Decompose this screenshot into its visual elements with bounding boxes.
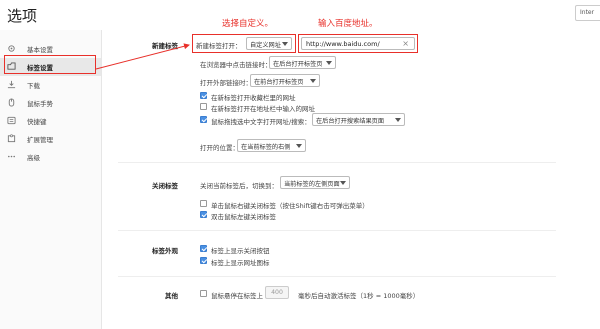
sidebar-item-label: 下载 — [27, 82, 40, 90]
page-header: 选项 Inter — [0, 0, 600, 30]
sidebar-item-mouse-gesture[interactable]: 鼠标手势 — [0, 94, 101, 112]
sidebar-item-label: 基本设置 — [27, 46, 53, 54]
external-link-label: 打开外部链接时： — [200, 79, 252, 87]
position-label: 打开的位置： — [200, 144, 239, 152]
sidebar-highlight-box — [4, 55, 96, 74]
select-value: 在后台打开标签页 — [273, 61, 323, 68]
chevron-down-icon — [310, 79, 316, 83]
sidebar-item-advanced[interactable]: 高级 — [0, 148, 101, 166]
drag-action-select[interactable]: 在后台打开搜索结果页面 — [312, 113, 405, 126]
drag-checkbox-label: 鼠标拖拽选中文字打开网址/搜索： — [211, 118, 311, 126]
favorites-checkbox-label: 在新标签打开收藏栏里的网址 — [211, 94, 296, 102]
show-favicon-checkbox[interactable] — [200, 257, 207, 264]
gear-icon — [8, 45, 15, 52]
puzzle-icon — [7, 134, 16, 143]
sidebar-item-label: 扩展管理 — [27, 136, 53, 144]
hover-delay-input[interactable]: 400 — [265, 286, 289, 299]
hover-activate-checkbox[interactable] — [200, 290, 207, 297]
section-title-appearance: 标签外观 — [152, 247, 178, 255]
chevron-down-icon — [395, 118, 401, 122]
external-link-select[interactable]: 在前台打开标签页 — [250, 74, 320, 87]
section-divider — [118, 276, 556, 277]
select-value: 当前标签的左侧页面 — [284, 181, 340, 188]
sidebar-item-label: 高级 — [27, 154, 40, 162]
keyboard-icon — [7, 116, 16, 125]
position-select[interactable]: 在当前标签的右侧 — [237, 139, 306, 152]
mouse-icon — [8, 98, 15, 107]
select-value: 在当前标签的右侧 — [241, 144, 291, 151]
sidebar-item-shortcuts[interactable]: 快捷键 — [0, 112, 101, 130]
hover-activate-suffix: 毫秒后自动激活标签（1秒 = 1000毫秒） — [298, 292, 420, 300]
annotation-choose-custom: 选择自定义。 — [222, 19, 274, 29]
select-value: 在前台打开标签页 — [254, 79, 304, 86]
drag-checkbox[interactable] — [200, 116, 207, 123]
double-click-close-checkbox[interactable] — [200, 211, 207, 218]
search-input[interactable]: Inter — [575, 5, 600, 21]
sidebar-item-extensions[interactable]: 扩展管理 — [0, 130, 101, 148]
chevron-down-icon — [340, 181, 346, 185]
sidebar-item-label: 快捷键 — [27, 118, 47, 126]
addressbar-checkbox-label: 在新标签打开在地址栏中输入的网址 — [211, 105, 315, 113]
section-divider — [118, 230, 556, 231]
addressbar-checkbox[interactable] — [200, 103, 207, 110]
right-click-close-label: 单击鼠标右键关闭标签（按住Shift键右击可弹出菜单） — [211, 202, 369, 210]
select-value: 自定义网址 — [250, 42, 281, 49]
switch-after-close-select[interactable]: 当前标签的左侧页面 — [280, 176, 350, 189]
hover-activate-prefix: 鼠标悬停在标签上 — [211, 292, 263, 300]
clear-icon[interactable]: × — [402, 39, 409, 48]
more-icon — [7, 155, 16, 158]
sidebar-item-download[interactable]: 下载 — [0, 76, 101, 94]
new-tab-open-label: 新建标签打开： — [196, 42, 242, 50]
section-title-new-tab: 新建标签 — [152, 42, 178, 50]
show-close-button-label: 标签上显示关闭按钮 — [211, 247, 270, 255]
sidebar: 基本设置 标签设置 下载 鼠标手势 快捷键 扩展管理 高级 — [0, 30, 102, 329]
chevron-down-icon — [296, 144, 302, 148]
section-divider — [118, 162, 556, 163]
new-tab-open-select[interactable]: 自定义网址 — [246, 37, 292, 50]
right-click-close-checkbox[interactable] — [200, 200, 207, 207]
url-value: http://www.baidu.com/ — [306, 40, 380, 48]
double-click-close-label: 双击鼠标左键关闭标签 — [211, 213, 276, 221]
browser-click-select[interactable]: 在后台打开标签页 — [269, 56, 336, 69]
chevron-down-icon — [282, 42, 288, 46]
custom-url-input[interactable]: http://www.baidu.com/ × — [301, 37, 415, 50]
section-title-close-tab: 关闭标签 — [152, 182, 178, 190]
section-title-other: 其他 — [165, 292, 178, 300]
annotation-enter-baidu: 输入百度地址。 — [318, 19, 378, 29]
sidebar-item-label: 鼠标手势 — [27, 100, 53, 108]
select-value: 在后台打开搜索结果页面 — [316, 118, 385, 125]
switch-after-close-label: 关闭当前标签后，切换到： — [200, 182, 278, 190]
page-title: 选项 — [7, 7, 38, 25]
show-favicon-label: 标签上显示网址图标 — [211, 259, 270, 267]
favorites-checkbox[interactable] — [200, 92, 207, 99]
download-icon — [7, 80, 16, 89]
browser-click-label: 在浏览器中点击链接时： — [200, 61, 272, 69]
show-close-button-checkbox[interactable] — [200, 245, 207, 252]
chevron-down-icon — [326, 61, 332, 65]
